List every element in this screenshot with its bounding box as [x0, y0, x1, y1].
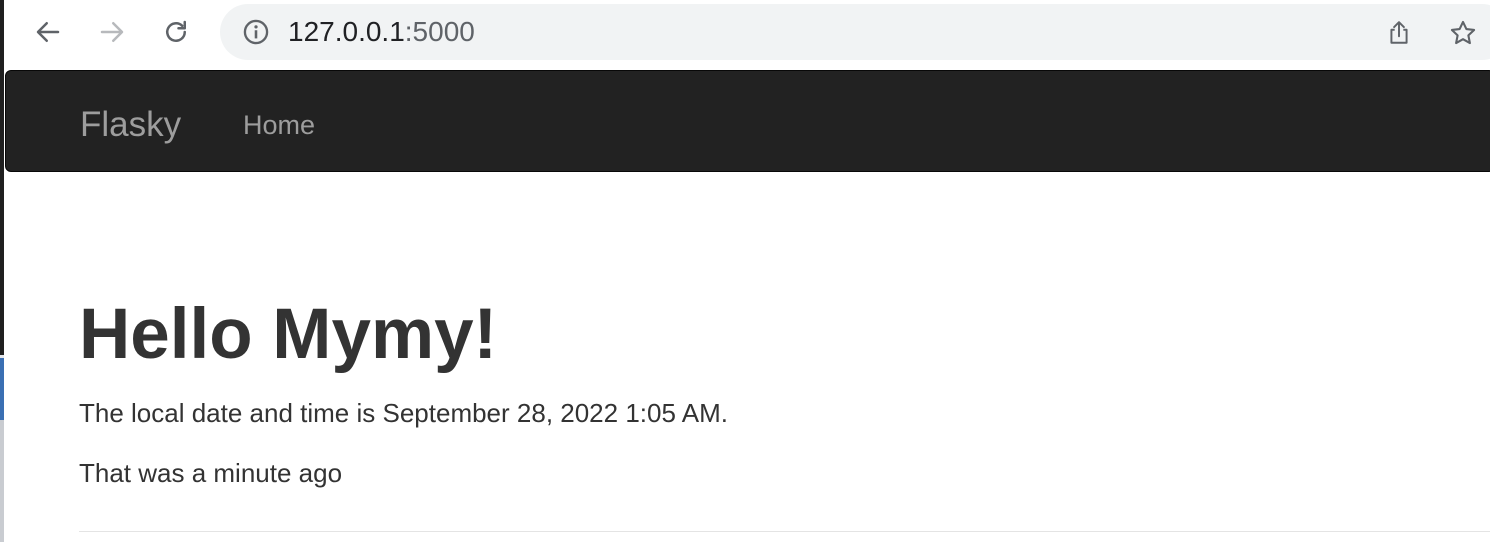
browser-toolbar: 127.0.0.1:5000 — [4, 0, 1490, 66]
navbar-brand[interactable]: Flasky — [80, 105, 181, 145]
arrow-left-icon — [36, 22, 60, 42]
address-bar[interactable]: 127.0.0.1:5000 — [220, 4, 1490, 60]
reload-icon — [166, 20, 186, 42]
reload-button[interactable] — [156, 12, 196, 52]
arrow-right-icon — [100, 22, 124, 42]
share-icon — [1390, 21, 1408, 44]
page-heading: Hello Mymy! — [79, 295, 498, 374]
url-host: 127.0.0.1 — [288, 16, 405, 47]
forward-button[interactable] — [92, 12, 132, 52]
local-datetime-text: The local date and time is September 28,… — [79, 398, 728, 428]
url-port: :5000 — [404, 16, 475, 47]
window-edge-grey — [0, 420, 4, 542]
star-icon — [1450, 20, 1476, 45]
relative-time-text: That was a minute ago — [79, 458, 343, 488]
bookmark-button[interactable] — [1448, 18, 1478, 48]
window-edge — [0, 0, 4, 542]
back-button[interactable] — [28, 12, 68, 52]
site-navbar: Flasky Home — [5, 70, 1490, 172]
info-icon[interactable] — [242, 18, 270, 46]
share-button[interactable] — [1384, 18, 1414, 48]
nav-link-home[interactable]: Home — [243, 109, 315, 141]
window-edge-blue — [0, 358, 4, 420]
divider — [79, 531, 1490, 532]
address-url[interactable]: 127.0.0.1:5000 — [288, 16, 475, 48]
